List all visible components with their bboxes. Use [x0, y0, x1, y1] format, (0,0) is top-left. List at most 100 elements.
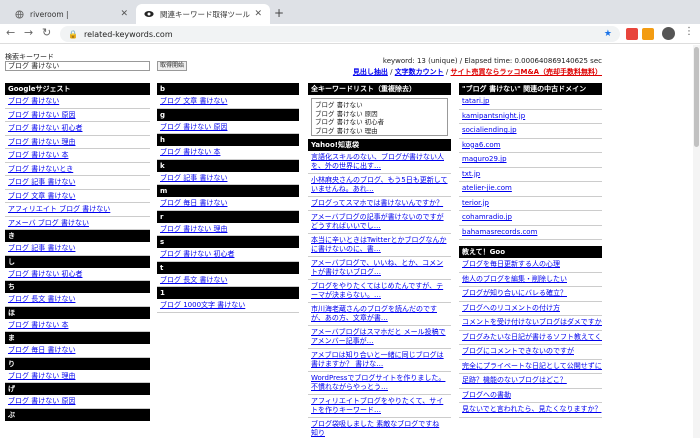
yahoo-question-row: アフィリエイトブログをやりたくて、サイトを作りキーワード… — [308, 395, 451, 418]
keyword-link[interactable]: ブログ 書けない 本 — [8, 151, 68, 159]
goo-question-row: ブログにコメントできないのですが — [459, 345, 602, 360]
goo-question-link[interactable]: ブログへのリコメントの付け方 — [462, 304, 560, 312]
keyword-link[interactable]: ブログ 書けない 原因 — [8, 397, 75, 405]
keyword-link[interactable]: ブログ 書けない 初心者 — [160, 250, 234, 258]
keyword-link[interactable]: ブログ 長文 書けない — [160, 276, 227, 284]
goo-question-link[interactable]: ブログみたいな日記が書けるソフト教えてください — [462, 333, 602, 341]
keyword-link[interactable]: アメーバ ブログ 書けない — [8, 219, 89, 227]
search-input[interactable]: ブログ 書けない — [5, 61, 150, 71]
yahoo-question-link[interactable]: WordPressでブログサイトを作りました。不慣れながらやっとう… — [311, 374, 445, 391]
profile-avatar[interactable] — [662, 27, 675, 40]
kebab-menu-icon[interactable]: ⋮ — [684, 26, 694, 37]
keyword-item: ブログ 書けない 本 — [157, 146, 299, 160]
goo-question-link[interactable]: ブログが知り合いにバレる確立？ — [462, 289, 567, 297]
tab-riveroom[interactable]: riveroom | ✕ — [6, 4, 136, 24]
yahoo-question-row: ブログ袋吸しました 素敵なブログですね 知り — [308, 418, 451, 438]
goo-question-link[interactable]: ブログへの書勒 — [462, 391, 511, 399]
extension-icon[interactable] — [626, 28, 638, 40]
goo-question-link[interactable]: 足跡？機能のないブログはどこ？ — [462, 376, 567, 384]
search-button[interactable]: 取得開始 — [157, 61, 187, 71]
keyword-link[interactable]: ブログ 毎日 書けない — [160, 199, 227, 207]
keyword-link[interactable]: アフィリエイト ブログ 書けない — [8, 205, 110, 213]
domain-link[interactable]: maguro29.jp — [462, 155, 507, 163]
keyword-link[interactable]: ブログ 書けない 本 — [160, 148, 220, 156]
keyword-link[interactable]: ブログ 書けない — [8, 97, 59, 105]
keyword-link[interactable]: ブログ 書けない 初心者 — [8, 270, 82, 278]
close-tab-icon[interactable]: ✕ — [120, 9, 128, 19]
domain-row: socialiending.jp — [459, 124, 602, 139]
headings-link[interactable]: 見出し抽出 — [353, 68, 388, 76]
back-icon[interactable]: ← — [6, 26, 15, 39]
keyword-link[interactable]: ブログ 書けないとき — [8, 165, 73, 173]
keyword-list-column: 全キーワードリスト（重複除去） ブログ 書けない ブログ 書けない 原因 ブログ 書… — [308, 83, 451, 438]
keyword-link[interactable]: ブログ 書けない 理由 — [160, 225, 227, 233]
domain-link[interactable]: kamipantsnight.jp — [462, 112, 525, 120]
close-tab-icon[interactable]: ✕ — [254, 9, 262, 19]
textarea-line: ブログ 書けない 理由 — [315, 126, 378, 135]
yahoo-question-link[interactable]: 小林麻央さんのブログ、もう5日も更新していませんね。あれ… — [311, 176, 448, 193]
rakko-ma-link[interactable]: サイト売買ならラッコM&A（売却手数料無料） — [451, 68, 603, 76]
domain-link[interactable]: socialiending.jp — [462, 126, 517, 134]
keyword-link[interactable]: ブログ 書けない 理由 — [8, 138, 75, 146]
keyword-link[interactable]: ブログ 記事 書けない — [160, 174, 227, 182]
goo-question-link[interactable]: コメントを受け付けないブログはダメですか？ — [462, 318, 602, 326]
goo-question-link[interactable]: 他人のブログを編集・削除したい — [462, 275, 567, 283]
forward-icon[interactable]: → — [24, 26, 33, 39]
page-scrollbar[interactable] — [693, 45, 700, 438]
domain-link[interactable]: tatari.jp — [462, 97, 490, 105]
reload-icon[interactable]: ↻ — [42, 26, 51, 39]
domain-link[interactable]: terior.jp — [462, 199, 489, 207]
domain-link[interactable]: txt.jp — [462, 170, 480, 178]
keyword-link[interactable]: ブログ 毎日 書けない — [8, 346, 75, 354]
char-count-link[interactable]: 文字数カウント — [395, 68, 444, 76]
bookmark-star-icon[interactable]: ★ — [604, 29, 612, 39]
section-header: t — [157, 261, 299, 274]
keyword-link[interactable]: ブログ 1000文字 書けない — [160, 301, 245, 309]
section-header: き — [5, 230, 150, 242]
keyword-link[interactable]: ブログ 書けない 原因 — [8, 111, 75, 119]
section-header: k — [157, 159, 299, 172]
domain-link[interactable]: bahamasrecords.com — [462, 228, 537, 236]
keyword-link[interactable]: ブログ 記事 書けない — [8, 178, 75, 186]
textarea-line: ブログ 書けない — [315, 101, 363, 109]
keyword-link[interactable]: ブログ 文章 書けない — [8, 192, 75, 200]
domain-link[interactable]: cohamradio.jp — [462, 213, 512, 221]
yahoo-question-link[interactable]: 言語化スキルのない、ブログが書けない人を、外の世界に出す… — [311, 153, 444, 170]
goo-question-link[interactable]: 完全にプライベートな日記として公開せずに使えるブログ — [462, 362, 602, 370]
goo-question-link[interactable]: 見ないでと言われたら、見たくなりますか？ — [462, 405, 601, 413]
keyword-link[interactable]: ブログ 長文 書けない — [8, 295, 75, 303]
yahoo-question-link[interactable]: ブログってスマホでは書けないんですか？ — [311, 199, 443, 207]
yahoo-question-link[interactable]: アフィリエイトブログをやりたくて、サイトを作りキーワード… — [311, 397, 443, 414]
section-header: m — [157, 185, 299, 197]
yahoo-question-link[interactable]: 本当に辛いときはTwitterとかブログなんかに書けないのに、書… — [311, 236, 446, 253]
keyword-link[interactable]: ブログ 書けない 原因 — [160, 123, 227, 131]
domain-link[interactable]: atelier-jie.com — [462, 184, 512, 192]
keyword-link[interactable]: ブログ 記事 書けない — [8, 244, 75, 252]
goo-question-link[interactable]: ブログを毎日更新する人の心理 — [462, 260, 560, 268]
keyword-item: アメーバ ブログ 書けない — [5, 217, 150, 230]
yahoo-question-link[interactable]: アメブロは知り合いと一緒に同じブログは書けますか？ 書けな… — [311, 351, 444, 368]
yahoo-question-link[interactable]: アメーバブログの記事が書けないのですがどうすればいいでし… — [311, 213, 444, 230]
section-header: ほ — [5, 306, 150, 319]
yahoo-question-link[interactable]: 市川海老蔵さんのブログを読んだのですが、あの方、文章が書… — [311, 305, 437, 322]
keyword-item: ブログ 書けない 本 — [5, 149, 150, 163]
goo-question-link[interactable]: ブログにコメントできないのですが — [462, 347, 574, 355]
yahoo-question-link[interactable]: ブログ袋吸しました 素敵なブログですね 知り — [311, 420, 439, 437]
goo-question-row: ブログへの書勒 — [459, 389, 602, 403]
keyword-link[interactable]: ブログ 書けない 本 — [8, 321, 68, 329]
yahoo-question-link[interactable]: アメーバブログはスマホだと メール投稿でアメンバー記事が… — [311, 328, 446, 345]
keyword-item: ブログ 書けないとき — [5, 163, 150, 176]
keyword-link[interactable]: ブログ 文章 書けない — [160, 97, 227, 105]
extension-icon[interactable] — [642, 28, 654, 40]
keyword-link[interactable]: ブログ 書けない 理由 — [8, 372, 75, 380]
new-tab-icon[interactable]: + — [274, 6, 284, 20]
yahoo-question-link[interactable]: ブログをやりたくてはじめたんですが、テーマが決まらない。… — [311, 282, 443, 299]
yahoo-question-link[interactable]: アメーバブログで、いいね、とか、コメントが書けないブログ… — [311, 259, 443, 276]
keyword-link[interactable]: ブログ 書けない 初心者 — [8, 124, 82, 132]
address-bar[interactable]: 🔒 related-keywords.com ★ — [60, 26, 620, 42]
scrollbar-thumb[interactable] — [694, 47, 699, 147]
keyword-item: ブログ 書けない 本 — [5, 319, 150, 332]
tab-related-keywords[interactable]: 関連キーワード取得ツール（仮名 ✕ — [136, 4, 270, 24]
domain-link[interactable]: koga6.com — [462, 141, 500, 149]
keyword-list-textarea[interactable]: ブログ 書けない ブログ 書けない 原因 ブログ 書けない 初心者 ブログ 書けない … — [311, 98, 448, 136]
